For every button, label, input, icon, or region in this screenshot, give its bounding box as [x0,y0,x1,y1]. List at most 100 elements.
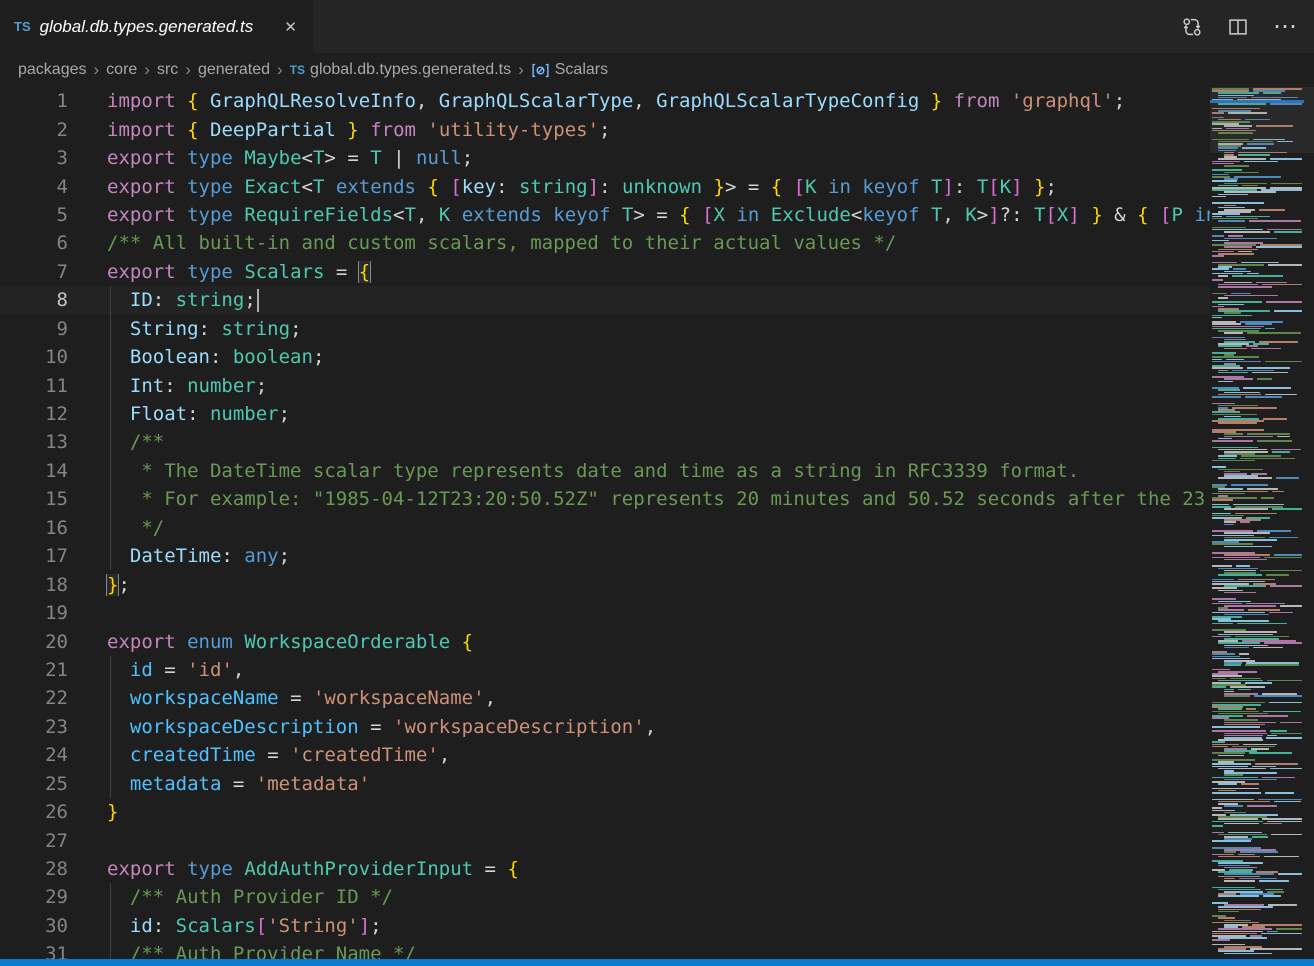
more-actions-icon[interactable]: ⋯ [1273,15,1298,39]
line-number: 7 [0,261,68,283]
code-line[interactable]: 7export type Scalars = { [0,258,1210,286]
code-line[interactable]: 24 createdTime = 'createdTime', [0,741,1210,769]
open-changes-icon[interactable] [1181,16,1203,38]
breadcrumb-item-core[interactable]: core [106,61,137,79]
chevron-right-icon: › [185,60,191,80]
line-number: 5 [0,204,68,226]
code-line[interactable]: 5export type RequireFields<T, K extends … [0,201,1210,229]
code-line[interactable]: 8 ID: string; [0,286,1210,314]
split-editor-icon[interactable] [1227,16,1249,38]
line-number: 12 [0,403,68,425]
code-line[interactable]: 31 /** Auth Provider Name */ [0,940,1210,959]
indent-guide [110,684,111,712]
indent-guide [110,713,111,741]
indent-guide [110,741,111,769]
line-number: 29 [0,886,68,908]
line-number: 1 [0,90,68,112]
code-line[interactable]: 20export enum WorkspaceOrderable { [0,627,1210,655]
code-line[interactable]: 10 Boolean: boolean; [0,343,1210,371]
code-line[interactable]: 29 /** Auth Provider ID */ [0,883,1210,911]
code-line[interactable]: 25 metadata = 'metadata' [0,770,1210,798]
code-line[interactable]: 1import { GraphQLResolveInfo, GraphQLSca… [0,87,1210,115]
tab-bar: TS global.db.types.generated.ts ✕ ⋯ [0,0,1314,53]
line-number: 24 [0,744,68,766]
code-line[interactable]: 22 workspaceName = 'workspaceName', [0,684,1210,712]
line-number: 13 [0,431,68,453]
code-line[interactable]: 19 [0,599,1210,627]
breadcrumb-item-file[interactable]: TS global.db.types.generated.ts [290,61,511,79]
indent-guide [110,371,111,399]
indent-guide [110,343,111,371]
code-line[interactable]: 28export type AddAuthProviderInput = { [0,855,1210,883]
indent-guide [110,485,111,513]
breadcrumb-item-generated[interactable]: generated [198,61,270,79]
code-line[interactable]: 6/** All built-in and custom scalars, ma… [0,229,1210,257]
tab-title: global.db.types.generated.ts [40,17,272,37]
line-number: 21 [0,659,68,681]
typescript-file-icon: TS [290,63,305,77]
minimap-content [1212,87,1304,959]
minimap[interactable] [1210,87,1314,959]
code-line[interactable]: 14 * The DateTime scalar type represents… [0,457,1210,485]
indent-guide [110,883,111,911]
code-line[interactable]: 23 workspaceDescription = 'workspaceDesc… [0,713,1210,741]
line-number: 23 [0,716,68,738]
bottom-highlight-bar [0,959,1314,966]
indent-guide [110,428,111,456]
line-number: 25 [0,773,68,795]
editor-actions: ⋯ [1181,0,1314,53]
line-number: 8 [0,289,68,311]
line-number: 26 [0,801,68,823]
code-line[interactable]: 4export type Exact<T extends { [key: str… [0,172,1210,200]
text-cursor [257,289,259,312]
line-number: 2 [0,119,68,141]
tab-global-db-types-generated[interactable]: TS global.db.types.generated.ts ✕ [0,0,313,53]
minimap-slider[interactable] [1210,87,1314,153]
breadcrumb-item-packages[interactable]: packages [18,61,87,79]
code-lines: 1import { GraphQLResolveInfo, GraphQLSca… [0,87,1210,959]
breadcrumb-file-label: global.db.types.generated.ts [310,61,511,79]
indent-guide [110,286,111,314]
line-number: 14 [0,460,68,482]
line-number: 9 [0,318,68,340]
code-line[interactable]: 11 Int: number; [0,371,1210,399]
line-number: 31 [0,943,68,959]
code-line[interactable]: 12 Float: number; [0,400,1210,428]
code-line[interactable]: 15 * For example: "1985-04-12T23:20:50.5… [0,485,1210,513]
line-number: 15 [0,488,68,510]
code-line[interactable]: 16 */ [0,514,1210,542]
line-number: 20 [0,631,68,653]
chevron-right-icon: › [144,60,150,80]
indent-guide [110,514,111,542]
code-line[interactable]: 3export type Maybe<T> = T | null; [0,144,1210,172]
line-number: 11 [0,375,68,397]
line-number: 17 [0,545,68,567]
indent-guide [110,457,111,485]
code-line[interactable]: 13 /** [0,428,1210,456]
symbol-type-icon [531,61,550,80]
breadcrumb-item-src[interactable]: src [157,61,178,79]
code-line[interactable]: 18}; [0,570,1210,598]
code-line[interactable]: 27 [0,826,1210,854]
editor[interactable]: 1import { GraphQLResolveInfo, GraphQLSca… [0,87,1314,959]
breadcrumb: packages › core › src › generated › TS g… [0,53,1314,87]
chevron-right-icon: › [94,60,100,80]
tab-close-icon[interactable]: ✕ [280,16,301,38]
code-line[interactable]: 30 id: Scalars['String']; [0,912,1210,940]
indent-guide [110,940,111,959]
indent-guide [110,912,111,940]
breadcrumb-item-symbol[interactable]: Scalars [531,61,608,80]
line-number: 30 [0,915,68,937]
code-line[interactable]: 17 DateTime: any; [0,542,1210,570]
line-number: 4 [0,176,68,198]
indent-guide [110,656,111,684]
line-number: 3 [0,147,68,169]
chevron-right-icon: › [518,60,524,80]
line-number: 16 [0,517,68,539]
line-number: 19 [0,602,68,624]
code-line[interactable]: 2import { DeepPartial } from 'utility-ty… [0,115,1210,143]
code-line[interactable]: 9 String: string; [0,315,1210,343]
code-line[interactable]: 21 id = 'id', [0,656,1210,684]
code-line[interactable]: 26} [0,798,1210,826]
line-number: 22 [0,687,68,709]
